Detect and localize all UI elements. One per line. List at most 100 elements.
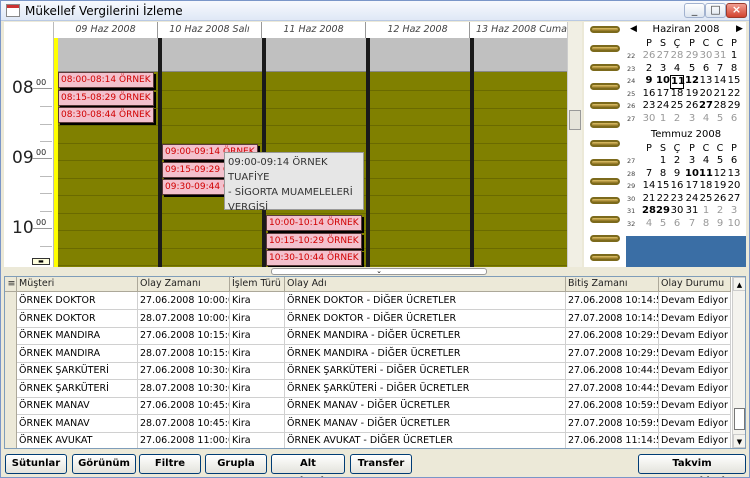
calendar-day[interactable]: 10 [727,218,741,230]
calendar-day[interactable]: 12 [713,168,727,180]
calendar-day[interactable]: 2 [670,155,684,167]
calendar-day[interactable]: 16 [670,180,684,192]
calendar-day[interactable]: 8 [656,168,670,180]
group-button[interactable]: Grupla [205,454,267,474]
calendar-day[interactable]: 21 [713,88,727,100]
calendar-day[interactable]: 6 [670,218,684,230]
calendar-day[interactable]: 22 [656,193,670,205]
calendar-day[interactable]: 29 [656,205,670,217]
table-row[interactable]: ÖRNEK DOKTOR27.06.2008 10:00:00KiraÖRNEK… [5,292,731,310]
calendar-day[interactable]: 4 [699,113,713,125]
day-header[interactable]: 10 Haz 2008 Salı [158,22,262,38]
calendar-day[interactable]: 1 [727,50,741,62]
calendar-day[interactable]: 3 [656,63,670,75]
calendar-day[interactable]: 27 [699,100,713,112]
column-header[interactable]: Müşteri [17,277,138,292]
calendar-day[interactable]: 5 [713,155,727,167]
event-block[interactable]: 08:30-08:44 ÖRNEK [58,107,154,123]
table-row[interactable]: ÖRNEK AVUKAT27.06.2008 11:00:00KiraÖRNEK… [5,432,731,448]
close-button[interactable]: × [726,3,747,18]
calendar-day[interactable]: 28 [713,100,727,112]
date-navigator[interactable]: ◀ Haziran 2008 ▶ Temmuz 2008 P S Ç P C C P 22 26… [626,22,746,267]
calendar-day[interactable]: 30 [670,205,684,217]
event-block[interactable]: 08:15-08:29 ÖRNEK [58,90,154,106]
calendar-day[interactable]: 14 [713,75,727,87]
calendar-day[interactable]: 18 [699,180,713,192]
calendar-day[interactable]: 29 [727,100,741,112]
all-day-area[interactable] [370,38,470,72]
calendar-day[interactable]: 16 [642,88,656,100]
calendar-day[interactable]: 2 [670,113,684,125]
table-row[interactable]: ÖRNEK MANAV27.06.2008 10:45:00KiraÖRNEK … [5,397,731,415]
calendar-day[interactable]: 4 [670,63,684,75]
calendar-day[interactable]: 3 [685,155,699,167]
table-row[interactable]: ÖRNEK MANDIRA27.06.2008 10:15:00KiraÖRNE… [5,327,731,345]
filter-button[interactable]: Filtre [139,454,201,474]
view-button[interactable]: Görünüm [72,454,136,474]
calendar-day[interactable]: 19 [685,88,699,100]
column-header[interactable]: Bitiş Zamanı [566,277,659,292]
calendar-day[interactable]: 3 [685,113,699,125]
calendar-day[interactable]: 11 [699,168,713,180]
calendar-day[interactable]: 25 [699,193,713,205]
event-block[interactable]: 08:00-08:14 ÖRNEK [58,72,154,88]
calendar-day[interactable]: 20 [699,88,713,100]
calendar-day[interactable]: 3 [727,205,741,217]
calendar-day[interactable]: 21 [642,193,656,205]
calendar-day[interactable]: 7 [685,218,699,230]
all-day-area[interactable] [266,38,366,72]
calendar-day[interactable]: 5 [685,63,699,75]
pane-splitter[interactable]: ⌄ [271,268,487,275]
calendar-day[interactable]: 27 [656,50,670,62]
calendar-day[interactable]: 5 [713,113,727,125]
calendar-day[interactable]: 30 [642,113,656,125]
column-header[interactable]: İşlem Türü [230,277,285,292]
more-events-icon[interactable]: ▬ [32,258,50,265]
scrollbar-thumb[interactable] [569,110,581,130]
calendar-day[interactable]: 23 [670,193,684,205]
all-day-area[interactable] [474,38,574,72]
calendar-day[interactable]: 13 [699,75,713,87]
calendar-day[interactable]: 6 [727,155,741,167]
calendar-options-button[interactable]: Takvim Seçenekleri [638,454,746,477]
table-row[interactable]: ÖRNEK MANDIRA28.07.2008 10:15:00KiraÖRNE… [5,344,731,363]
calendar-day[interactable]: 26 [642,50,656,62]
column-header[interactable]: Olay Adı [285,277,566,292]
day-column[interactable] [370,38,470,267]
calendar-day[interactable]: 13 [727,168,741,180]
day-header[interactable]: 13 Haz 2008 Cuma [470,22,574,38]
calendar-day[interactable]: 15 [656,180,670,192]
calendar-day[interactable]: 7 [713,63,727,75]
scroll-down-icon[interactable]: ▼ [733,434,745,448]
subtotals-button[interactable]: Alt Toplamlar [271,454,345,477]
calendar-day[interactable]: 10 [656,75,670,87]
scrollbar-thumb[interactable] [734,408,745,430]
calendar-day[interactable]: 23 [642,100,656,112]
calendar-day[interactable]: 10 [685,168,699,180]
calendar-day[interactable]: 15 [727,75,741,87]
calendar-day[interactable]: 30 [699,50,713,62]
calendar-day[interactable]: 1 [656,155,670,167]
calendar-day[interactable]: 22 [727,88,741,100]
calendar-day[interactable]: 17 [685,180,699,192]
grid-scrollbar[interactable]: ▲ ▼ [732,277,745,448]
event-block[interactable]: 10:15-10:29 ÖRNEK [266,233,362,249]
calendar-day[interactable]: 18 [670,88,684,100]
day-schedule[interactable]: 08 00 09 00 10 00 ▬ 09 Haz 2008 Pazartes… [4,22,582,267]
event-block[interactable]: 10:30-10:44 ÖRNEK [266,250,362,266]
day-header[interactable]: 12 Haz 2008 Perşembe [366,22,470,51]
calendar-day[interactable]: 27 [727,193,741,205]
calendar-day[interactable]: 19 [713,180,727,192]
calendar-day[interactable]: 6 [727,113,741,125]
calendar-day[interactable]: 31 [713,50,727,62]
event-block[interactable]: 10:00-10:14 ÖRNEK [266,215,362,231]
table-row[interactable]: ÖRNEK MANAV28.07.2008 10:45:00KiraÖRNEK … [5,414,731,433]
calendar-day[interactable]: 28 [642,205,656,217]
calendar-day[interactable]: 2 [713,205,727,217]
calendar-day[interactable]: 26 [685,100,699,112]
day-column[interactable] [474,38,574,267]
calendar-day[interactable]: 29 [685,50,699,62]
calendar-day[interactable]: 2 [642,63,656,75]
calendar-day[interactable]: 1 [699,205,713,217]
calendar-day[interactable]: 28 [670,50,684,62]
